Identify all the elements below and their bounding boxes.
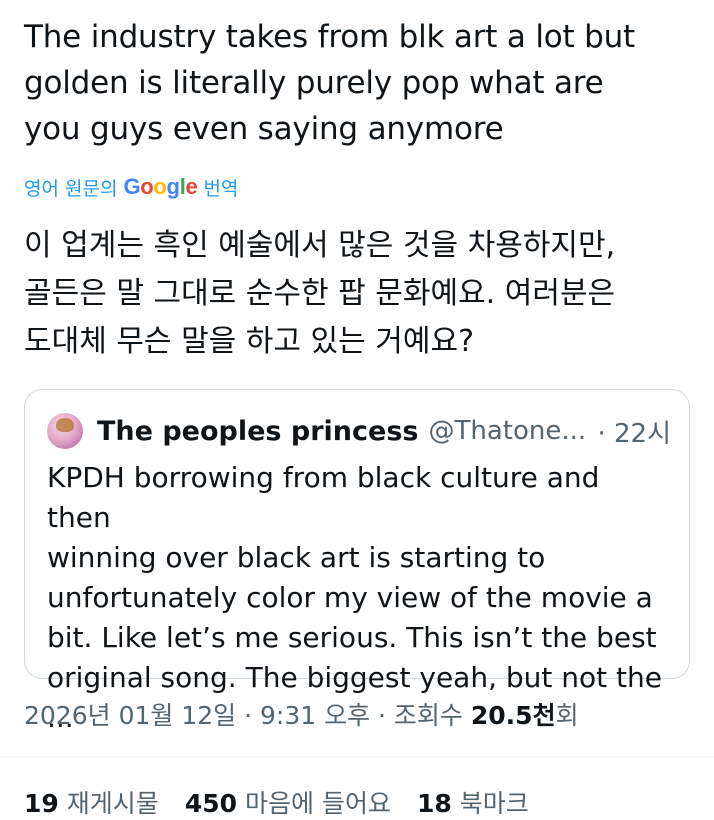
bookmarks-count: 18 (416, 789, 452, 818)
likes-label: 마음에 들어요 (245, 789, 391, 818)
separator: · (236, 701, 260, 730)
quoted-tweet-card[interactable]: The peoples princess @Thatone... · 22시 K… (24, 389, 690, 734)
separator: · (370, 701, 394, 730)
bookmarks-stat[interactable]: 18 북마크 (417, 784, 529, 820)
engagement-stats: 19 재게시물 450 마음에 들어요 18 북마크 (24, 784, 529, 820)
tweet-text: The industry takes from blk art a lot bu… (24, 19, 635, 147)
quote-timestamp[interactable]: · 22시 (597, 413, 671, 450)
google-logo: Google (123, 174, 197, 200)
google-translate-attribution[interactable]: 영어 원문의 Google 번역 (24, 172, 238, 202)
divider (0, 756, 714, 757)
quote-header: The peoples princess @Thatone... · 22시 (47, 410, 671, 452)
avatar[interactable] (47, 413, 83, 449)
translate-suffix: 번역 (203, 177, 239, 200)
tweet-date[interactable]: 2026년 01월 12일 (24, 701, 236, 730)
bookmarks-label: 북마크 (459, 789, 529, 818)
quote-author-name[interactable]: The peoples princess (97, 416, 418, 447)
likes-stat[interactable]: 450 마음에 들어요 (185, 784, 391, 820)
quote-author-handle[interactable]: @Thatone... (428, 416, 586, 446)
tweet-metadata: 2026년 01월 12일 · 9:31 오후 · 조회수 20.5천회 (24, 696, 579, 732)
views-count: 20.5천 (470, 701, 556, 730)
google-letter: o (153, 174, 167, 199)
likes-count: 450 (184, 789, 237, 818)
google-letter: G (123, 174, 141, 199)
reposts-stat[interactable]: 19 재게시물 (24, 784, 159, 820)
tweet-time[interactable]: 9:31 오후 (260, 701, 370, 730)
reposts-count: 19 (24, 789, 59, 818)
google-letter: o (140, 174, 154, 199)
translated-text: 이 업계는 흑인 예술에서 많은 것을 차용하지만, 골든은 말 그대로 순수한… (24, 228, 616, 359)
views-suffix: 회 (555, 701, 579, 730)
reposts-label: 재게시물 (66, 789, 159, 818)
views-label: 조회수 (393, 701, 463, 730)
translate-prefix: 영어 원문의 (24, 177, 118, 200)
google-letter: e (185, 174, 198, 199)
google-letter: g (166, 174, 180, 199)
